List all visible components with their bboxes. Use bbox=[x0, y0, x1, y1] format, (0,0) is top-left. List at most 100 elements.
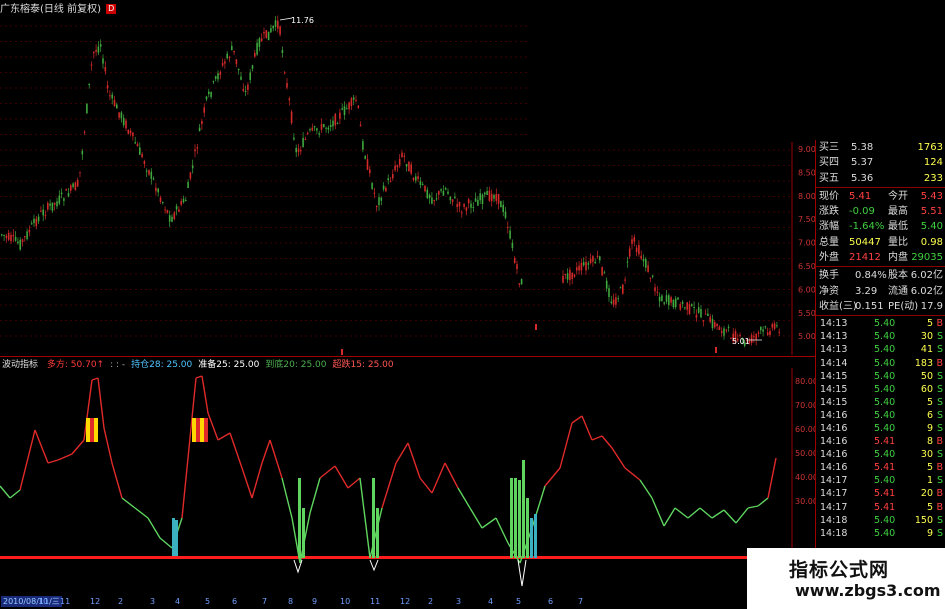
candle-body bbox=[497, 193, 500, 204]
candle-body bbox=[507, 226, 509, 228]
period-icon[interactable]: D bbox=[106, 4, 117, 14]
candle-body bbox=[217, 73, 219, 80]
candle-body bbox=[290, 111, 293, 123]
candle-body bbox=[51, 202, 54, 211]
tick-volume: 183 bbox=[914, 357, 933, 369]
oscillator-segment bbox=[217, 432, 231, 441]
candle-body bbox=[628, 248, 631, 257]
candle-body bbox=[668, 295, 670, 305]
oscillator-segment bbox=[581, 415, 593, 441]
candle-body bbox=[72, 183, 74, 188]
tick-side: S bbox=[936, 423, 943, 435]
oscillator-segment bbox=[261, 439, 271, 464]
bid-label: 买五 bbox=[819, 172, 839, 184]
bid-price: 5.38 bbox=[851, 142, 874, 153]
candle-body bbox=[587, 263, 590, 265]
candle-body bbox=[12, 234, 15, 237]
candle-body bbox=[267, 31, 270, 41]
oscillator-segment bbox=[544, 467, 561, 487]
candle-body bbox=[323, 124, 325, 127]
stat-value-2: 0.98 bbox=[920, 236, 943, 248]
stat-value: 50447 bbox=[849, 236, 881, 248]
stat-label-2: 最低 bbox=[888, 221, 908, 233]
candle-body bbox=[1, 234, 3, 236]
candle-body bbox=[28, 229, 31, 233]
oscillator-segment bbox=[651, 497, 665, 527]
bid-qty: 124 bbox=[923, 157, 943, 169]
tick-row: 14:13 5.40 5 B bbox=[816, 317, 945, 330]
candle-body bbox=[237, 68, 240, 71]
indicator-chart[interactable]: 80.00 70.00 60.00 50.00 40.00 30.00 bbox=[0, 368, 816, 595]
candle-body bbox=[5, 235, 8, 238]
signal-bar bbox=[90, 418, 94, 442]
tick-volume: 150 bbox=[914, 514, 933, 526]
candlestick-chart[interactable]: 9.00 8.50 8.00 7.50 7.00 6.50 6.00 5.50 5.00 11.7… bbox=[0, 14, 816, 355]
candle-body bbox=[461, 212, 463, 214]
candle-body bbox=[327, 127, 330, 130]
candle-body bbox=[727, 326, 730, 328]
volume-tick bbox=[715, 347, 717, 353]
tick-volume: 5 bbox=[926, 318, 933, 330]
candle-body bbox=[405, 164, 408, 167]
candle-body bbox=[619, 287, 622, 289]
bid-qty: 233 bbox=[923, 172, 943, 184]
tick-row: 14:16 5.40 9 S bbox=[816, 422, 945, 435]
candle-body bbox=[695, 314, 698, 318]
candle-body bbox=[178, 209, 180, 212]
tick-time: 14:17 bbox=[820, 501, 848, 513]
tick-price: 5.40 bbox=[874, 331, 896, 343]
stat-value-2: 6.02亿 bbox=[910, 270, 943, 282]
tick-row: 14:13 5.40 41 S bbox=[816, 343, 945, 356]
tick-list[interactable]: 14:13 5.40 5 B 14:13 5.40 30 S 14:13 5.40 41 S 14:14… bbox=[816, 317, 945, 540]
candle-body bbox=[764, 326, 767, 328]
candle-body bbox=[410, 164, 412, 174]
candle-body bbox=[88, 83, 90, 86]
candle-body bbox=[97, 46, 100, 53]
candle-body bbox=[481, 194, 484, 204]
candle-body bbox=[249, 72, 251, 80]
stat-value-2: 6.02亿 bbox=[910, 285, 943, 297]
candle-body bbox=[707, 313, 709, 317]
month-label: 10 bbox=[340, 597, 351, 606]
candle-body bbox=[182, 198, 185, 203]
candle-body bbox=[258, 38, 261, 47]
candle-body bbox=[316, 128, 318, 131]
candle-body bbox=[663, 302, 665, 304]
watermark-url: www.zbgs3.com bbox=[795, 581, 941, 600]
tick-row: 14:17 5.41 20 B bbox=[816, 487, 945, 500]
tick-price: 5.40 bbox=[874, 409, 896, 421]
candle-body bbox=[173, 212, 176, 219]
oscillator-segment bbox=[469, 507, 483, 529]
stat-value: -1.64% bbox=[849, 221, 885, 233]
candle-body bbox=[458, 202, 461, 207]
tick-time: 14:17 bbox=[820, 475, 848, 487]
candle-body bbox=[725, 329, 728, 331]
oscillator-segment bbox=[601, 435, 613, 449]
oscillator-segment bbox=[663, 507, 676, 527]
candle-body bbox=[626, 261, 629, 263]
stat-value-2: 5.51 bbox=[920, 206, 943, 218]
candle-body bbox=[3, 234, 5, 236]
stat-value-2: 5.40 bbox=[920, 221, 943, 233]
candle-body bbox=[500, 201, 502, 208]
candle-body bbox=[442, 191, 445, 196]
oscillator-segment bbox=[229, 432, 243, 469]
candle-body bbox=[19, 239, 21, 250]
signal-bar bbox=[196, 418, 200, 442]
candle-body bbox=[56, 201, 58, 207]
candle-body bbox=[102, 58, 104, 64]
tick-volume: 30 bbox=[920, 449, 933, 461]
tick-row: 14:13 5.40 30 S bbox=[816, 330, 945, 343]
stat-label-2: 内盘 bbox=[888, 252, 908, 264]
signal-bar bbox=[204, 418, 208, 442]
candle-body bbox=[113, 99, 116, 106]
low-marker: 5.01 bbox=[732, 337, 750, 346]
tick-row: 14:15 5.40 50 S bbox=[816, 370, 945, 383]
oscillator-segment bbox=[281, 477, 293, 519]
stat-label-2: 今开 bbox=[888, 190, 908, 202]
stat-label: 总量 bbox=[819, 236, 839, 248]
candle-body bbox=[155, 187, 157, 192]
tick-time: 14:16 bbox=[820, 462, 848, 474]
oscillator-segment bbox=[111, 462, 123, 499]
oscillator-segment bbox=[57, 453, 73, 461]
